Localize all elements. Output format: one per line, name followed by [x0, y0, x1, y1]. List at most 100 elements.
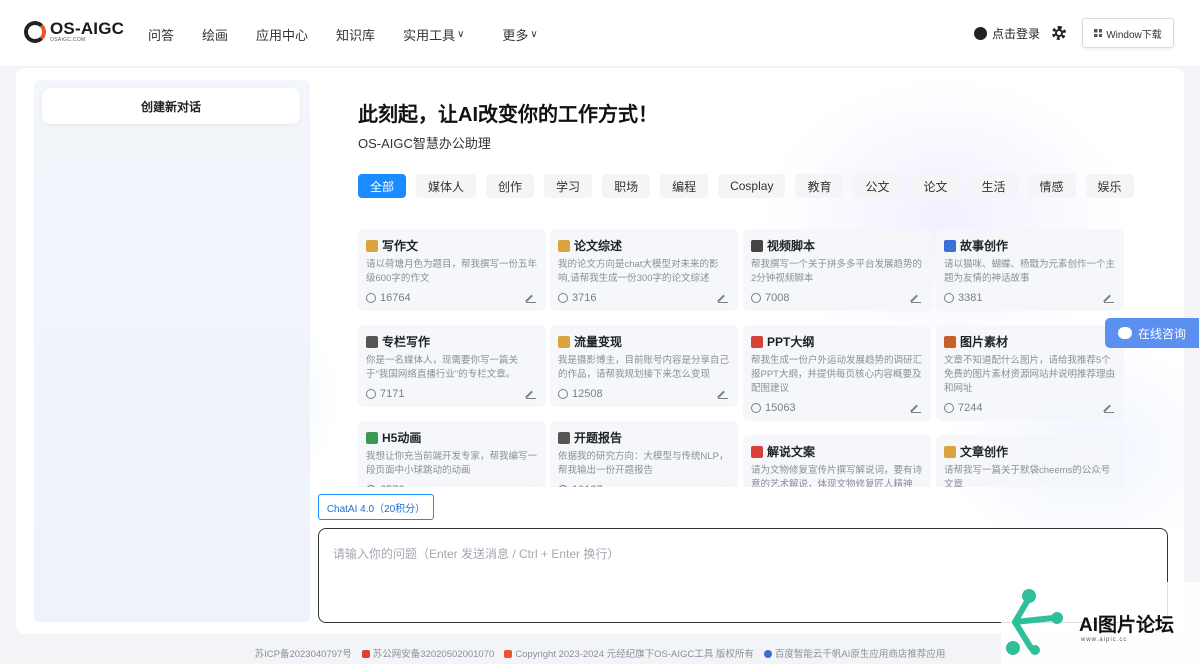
- card-count: 7244: [958, 402, 983, 414]
- prompt-card[interactable]: PPT大纲 帮我生成一份户外运动发展趋势的调研汇报PPT大纲，并提供每页核心内容概…: [743, 325, 931, 421]
- category-tab[interactable]: 职场: [602, 174, 651, 198]
- new-chat-button[interactable]: 创建新对话: [42, 88, 300, 124]
- nav-item-more[interactable]: 更多 ∨: [502, 25, 537, 44]
- online-consult-button[interactable]: 在线咨询: [1105, 318, 1199, 348]
- category-tab[interactable]: 论文: [911, 174, 960, 198]
- category-tab[interactable]: 娱乐: [1085, 174, 1134, 198]
- edit-icon[interactable]: [1104, 293, 1114, 303]
- card-count: 7171: [380, 388, 405, 400]
- footer-icp[interactable]: 苏ICP备2023040797号: [255, 646, 352, 660]
- card-description: 请以荷塘月色为题目，帮我撰写一份五年级600字的作文: [366, 259, 538, 284]
- page-subtitle: OS-AIGC智慧办公助理: [358, 136, 491, 151]
- card-description: 我是摄影博主，目前账号内容是分享自己的作品，请帮我规划接下来怎么变现: [558, 355, 730, 380]
- card-title: H5动画: [382, 431, 422, 445]
- category-tab[interactable]: 全部: [358, 174, 407, 198]
- top-header: OS-AIGC OSAIGC.COM 问答 绘画 应用中心 知识库 实用工具 ∨ …: [0, 0, 1200, 66]
- chevron-down-icon: ∨: [457, 29, 465, 40]
- watermark-logo-icon: [1006, 589, 1063, 655]
- prompt-card[interactable]: 开题报告依据我的研究方向：大模型与传统NLP，帮我输出一份开题报告 10137: [550, 421, 738, 487]
- prompt-card[interactable]: 写作文请以荷塘月色为题目，帮我撰写一份五年级600字的作文 16764: [358, 229, 546, 311]
- edit-icon[interactable]: [911, 293, 921, 303]
- card-description: 请为文物修复宣传片撰写解说词，要有诗意的艺术解说，体现文物修复匠人精神: [751, 465, 923, 487]
- view-count-icon: [944, 403, 954, 413]
- edit-icon[interactable]: [718, 293, 728, 303]
- nav-item-tools[interactable]: 实用工具 ∨: [403, 25, 464, 44]
- logo-small-icon: [504, 650, 513, 658]
- card-description: 我的论文方向是chat大模型对未来的影响,请帮我生成一份300字的论文综述: [558, 259, 719, 284]
- prompt-card[interactable]: H5动画我想让你充当前端开发专家，帮我编写一段页面中小球跳动的动画 6570: [358, 421, 546, 487]
- edit-icon[interactable]: [1104, 403, 1114, 413]
- nav-item-app-center[interactable]: 应用中心: [256, 25, 308, 44]
- card-title: 解说文案: [767, 445, 816, 459]
- card-description: 请帮我写一篇关于默袋cheems的公众号文章: [944, 465, 1111, 487]
- nav-item-knowledge[interactable]: 知识库: [336, 25, 375, 44]
- gear-icon[interactable]: [1052, 26, 1066, 40]
- category-tabs: 全部 媒体人 创作 学习 职场 编程 Cosplay 教育 公文 论文 生活 情感 娱乐: [358, 174, 1144, 198]
- watermark-url: www.aipic.cc: [1081, 637, 1128, 643]
- category-tab[interactable]: 学习: [544, 174, 593, 198]
- edit-icon[interactable]: [911, 403, 921, 413]
- edit-icon[interactable]: [526, 485, 536, 487]
- card-count: 16764: [380, 292, 411, 304]
- view-count-icon: [944, 293, 954, 303]
- main-nav: 问答 绘画 应用中心 知识库 实用工具 ∨ 更多 ∨: [148, 25, 566, 44]
- card-title: 写作文: [382, 239, 419, 253]
- card-icon: [366, 335, 378, 348]
- prompt-card[interactable]: 流量变现 我是摄影博主，目前账号内容是分享自己的作品，请帮我规划接下来怎么变现 12…: [550, 325, 738, 407]
- view-count-icon: [558, 293, 568, 303]
- card-count: 7008: [765, 292, 790, 304]
- footer-police[interactable]: 苏公网安备32020502001070: [361, 646, 494, 660]
- card-count: 6570: [380, 484, 404, 487]
- watermark-text: AI图片论坛: [1079, 615, 1175, 636]
- category-tab[interactable]: 编程: [660, 174, 709, 198]
- card-description: 帮我撰写一个关于拼多多平台发展趋势的2分钟视频脚本: [751, 259, 923, 284]
- category-tab[interactable]: Cosplay: [718, 174, 786, 198]
- view-count-icon: [366, 485, 376, 487]
- window-download-button[interactable]: Window下载: [1082, 18, 1174, 48]
- prompt-card[interactable]: 解说文案请为文物修复宣传片撰写解说词，要有诗意的艺术解说，体现文物修复匠人精神: [743, 435, 931, 487]
- card-icon: [944, 445, 956, 458]
- footer-copyright: Copyright 2023-2024 元经纪旗下OS-AIGC工具 版权所有: [504, 646, 754, 660]
- police-badge-icon: [361, 650, 370, 658]
- card-icon: [558, 239, 570, 252]
- card-description: 依据我的研究方向：大模型与传统NLP，帮我输出一份开题报告: [558, 451, 729, 476]
- edit-icon[interactable]: [526, 389, 536, 399]
- nav-item-qa[interactable]: 问答: [148, 25, 174, 44]
- card-description: 你是一名媒体人，现需要你写一篇关于"我国网络直播行业"的专栏文章。: [366, 355, 519, 380]
- category-tab[interactable]: 生活: [969, 174, 1018, 198]
- category-tab[interactable]: 情感: [1027, 174, 1076, 198]
- chat-bubble-icon: [1117, 327, 1132, 339]
- card-title: PPT大纲: [767, 335, 815, 349]
- baidu-cloud-icon: [763, 650, 772, 658]
- prompt-card[interactable]: 故事创作 请以猫咪、蝴蝶、杨戬为元素创作一个主题为友情的神话故事 3381: [936, 229, 1124, 311]
- logo[interactable]: OS-AIGC OSAIGC.COM: [24, 20, 124, 43]
- prompt-card[interactable]: 文章创作 请帮我写一篇关于默袋cheems的公众号文章: [936, 435, 1124, 487]
- view-count-icon: [751, 293, 761, 303]
- category-tab[interactable]: 媒体人: [416, 174, 477, 198]
- card-icon: [944, 335, 956, 348]
- edit-icon[interactable]: [718, 485, 728, 487]
- logo-name: OS-AIGC: [50, 19, 125, 38]
- footer-partner[interactable]: 百度智能云千帆AI原生应用商店推荐应用: [763, 646, 945, 660]
- prompt-card[interactable]: 论文综述 我的论文方向是chat大模型对未来的影响,请帮我生成一份300字的论文综…: [550, 229, 738, 311]
- prompt-card-grid: 写作文请以荷塘月色为题目，帮我撰写一份五年级600字的作文 16764 论文综述 我的…: [358, 229, 1128, 487]
- prompt-card[interactable]: 图片素材 文章不知道配什么图片，请给我推荐5个免费的图片素材资源网站并说明推荐理由…: [936, 325, 1124, 421]
- edit-icon[interactable]: [718, 389, 728, 399]
- model-select-button[interactable]: ChatAI 4.0（20积分）: [318, 494, 434, 520]
- card-title: 图片素材: [960, 335, 1009, 349]
- category-tab[interactable]: 教育: [795, 174, 844, 198]
- login-button[interactable]: 点击登录: [973, 25, 1040, 42]
- category-tab[interactable]: 公文: [853, 174, 902, 198]
- watermark: AI图片论坛 www.aipic.cc: [1001, 582, 1200, 664]
- prompt-card[interactable]: 专栏写作 你是一名媒体人，现需要你写一篇关于"我国网络直播行业"的专栏文章。 717…: [358, 325, 546, 407]
- card-count: 3716: [572, 292, 597, 304]
- category-tab[interactable]: 创作: [486, 174, 535, 198]
- view-count-icon: [751, 403, 761, 413]
- card-icon: [558, 431, 570, 444]
- edit-icon[interactable]: [526, 293, 536, 303]
- card-count: 10137: [572, 484, 603, 487]
- view-count-icon: [366, 389, 376, 399]
- main-panel: 创建新对话 此刻起，让AI改变你的工作方式！ OS-AIGC智慧办公助理 全部媒…: [16, 68, 1184, 634]
- nav-item-draw[interactable]: 绘画: [202, 25, 228, 44]
- prompt-card[interactable]: 视频脚本 帮我撰写一个关于拼多多平台发展趋势的2分钟视频脚本 7008: [743, 229, 931, 311]
